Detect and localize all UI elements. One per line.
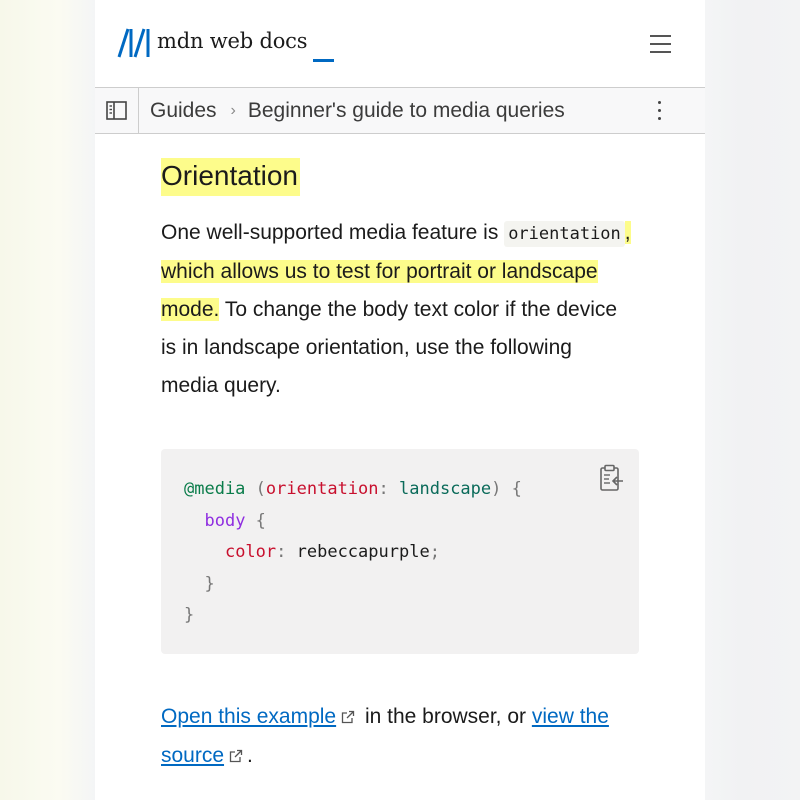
breadcrumb-item-guides[interactable]: Guides (150, 99, 217, 123)
code-token: ; (429, 542, 440, 562)
paragraph-text: To change the body text color if the dev… (161, 298, 618, 397)
code-token: : (378, 479, 389, 499)
breadcrumb: Guides › Beginner's guide to media queri… (150, 88, 565, 133)
external-link-icon (341, 699, 355, 737)
code-block: @media (orientation: landscape) { body {… (161, 449, 639, 654)
hamburger-menu-icon[interactable] (648, 33, 673, 55)
copy-button[interactable] (598, 464, 626, 494)
inline-code: orientation (504, 221, 625, 247)
logo-text: mdn web docs (157, 29, 308, 53)
footer-text: . (247, 744, 253, 767)
code-token: } (204, 573, 215, 594)
code-content: @media (orientation: landscape) { body {… (184, 474, 522, 632)
code-token: orientation (265, 479, 379, 499)
code-token: rebeccapurple (286, 542, 430, 562)
code-token: ) (491, 479, 502, 499)
site-header: mdn web docs (95, 0, 705, 88)
code-token: @media (184, 479, 246, 499)
code-token: body (204, 510, 246, 531)
code-token: { (245, 510, 266, 531)
breadcrumb-item-current[interactable]: Beginner's guide to media queries (248, 99, 565, 123)
clipboard-copy-icon (600, 464, 623, 491)
open-example-link[interactable]: Open this example (161, 705, 336, 728)
section-heading: Orientation (161, 158, 300, 196)
footer-text: in the browser, or (359, 705, 532, 728)
kebab-menu-icon[interactable] (651, 98, 667, 124)
page: mdn web docs Guides › Beginner's guide t… (95, 0, 705, 800)
logo-cursor (313, 59, 334, 62)
code-token: landscape (399, 479, 492, 499)
mdn-logo[interactable]: mdn web docs (117, 28, 334, 64)
paragraph-text: One well-supported media feature is (161, 221, 505, 244)
chevron-right-icon: › (230, 101, 236, 119)
mdn-logo-icon (117, 28, 151, 58)
sidebar-toggle-button[interactable] (95, 88, 139, 133)
sidebar-toggle-icon (106, 101, 127, 120)
code-token: : (276, 542, 287, 562)
article-paragraph: One well-supported media feature is orie… (161, 214, 631, 405)
code-token: { (501, 479, 522, 499)
breadcrumb-bar: Guides › Beginner's guide to media queri… (95, 87, 705, 134)
code-token: ( (255, 479, 266, 499)
footer-paragraph: Open this example in the browser, or vie… (161, 698, 631, 776)
code-token: color (224, 542, 277, 562)
code-token: } (184, 605, 195, 625)
external-link-icon (229, 738, 243, 776)
